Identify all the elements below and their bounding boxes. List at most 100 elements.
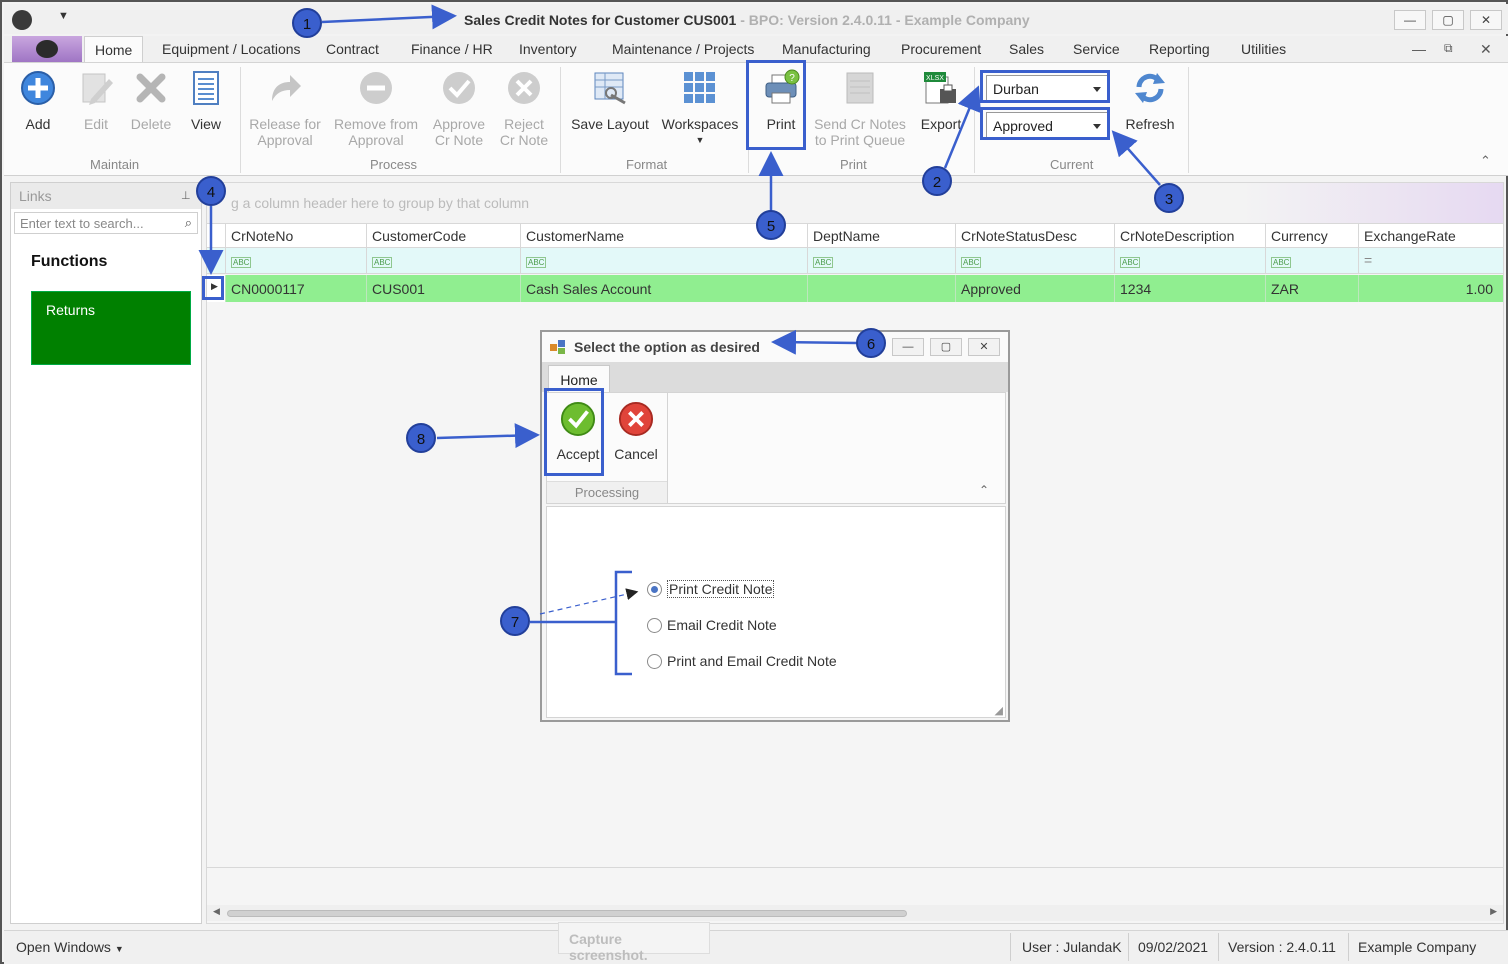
links-panel: Links ⊥ Enter text to search... ⌕ Functi… [10,182,202,924]
cancel-label: Cancel [614,446,658,462]
horizontal-scrollbar[interactable]: ◀ ▶ [207,905,1503,921]
grid-header-row: CrNoteNo CustomerCode CustomerName DeptN… [207,223,1503,248]
refresh-icon [1135,73,1165,103]
filter-text-icon: ABC [1120,257,1141,268]
cell-exchangerate[interactable]: 1.00 [1358,275,1503,302]
maximize-button[interactable]: ▢ [1432,10,1464,30]
radio-print-and-email-credit-note[interactable]: Print and Email Credit Note [647,653,837,669]
column-header-exchangerate[interactable]: ExchangeRate [1358,224,1503,247]
tab-contract[interactable]: Contract [326,41,379,57]
quick-access-dropdown-icon[interactable]: ▼ [58,10,69,22]
cell-currency[interactable]: ZAR [1265,275,1358,302]
callout-8: 8 [406,423,436,453]
tab-maintenance-projects[interactable]: Maintenance / Projects [612,41,754,57]
tab-utilities[interactable]: Utilities [1241,41,1286,57]
radio-print-credit-note[interactable]: Print Credit Note [647,580,775,598]
delete-button[interactable]: Delete [126,69,176,132]
open-windows-label: Open Windows [16,939,111,955]
resize-grip-icon[interactable]: ◢ [995,704,1003,717]
filter-cell[interactable]: ABC [1114,248,1265,273]
print-options-dialog: Select the option as desired — ▢ ✕ Home … [540,330,1010,722]
filter-cell[interactable]: ABC [955,248,1114,273]
dialog-close-button[interactable]: ✕ [968,338,1000,356]
dialog-maximize-button[interactable]: ▢ [930,338,962,356]
release-label-2: Approval [257,132,313,148]
filter-text-icon: ABC [526,257,547,268]
column-header-customercode[interactable]: CustomerCode [366,224,520,247]
collapse-ribbon-icon[interactable]: ⌃ [1480,153,1491,169]
export-button[interactable]: XLSX Export [916,69,966,132]
refresh-button[interactable]: Refresh [1120,69,1180,132]
view-button[interactable]: View [186,69,226,132]
column-header-crnoteno[interactable]: CrNoteNo [225,224,366,247]
cell-customername[interactable]: Cash Sales Account [520,275,807,302]
current-group-label: Current [1050,157,1094,172]
cell-crnoteno[interactable]: CN0000117 [225,275,366,302]
returns-tile[interactable]: Returns [31,291,191,365]
group-by-panel[interactable]: g a column header here to group by that … [207,183,1503,223]
file-menu-button[interactable] [12,36,82,62]
release-for-approval-button[interactable]: Release for Approval [248,69,322,148]
dialog-collapse-icon[interactable]: ⌃ [979,483,989,497]
filter-cell[interactable]: ABC [807,248,955,273]
reject-cr-note-button[interactable]: Reject Cr Note [498,69,550,148]
save-layout-label: Save Layout [571,116,649,132]
close-button[interactable]: ✕ [1470,10,1502,30]
table-row[interactable]: ▶ CN0000117 CUS001 Cash Sales Account Ap… [207,275,1503,302]
ribbon-close-icon[interactable]: ✕ [1480,41,1492,58]
open-windows-button[interactable]: Open Windows ▼ [16,939,124,955]
filter-cell[interactable]: ABC [520,248,807,273]
processing-group-label: Processing [547,481,667,503]
cancel-button[interactable]: Cancel [611,401,661,462]
tab-sales[interactable]: Sales [1009,41,1044,57]
callout-6: 6 [856,328,886,358]
tab-home[interactable]: Home [84,36,144,63]
pin-icon[interactable]: ⊥ [181,189,191,202]
tab-procurement[interactable]: Procurement [901,41,981,57]
cell-customercode[interactable]: CUS001 [366,275,520,302]
approve-cr-note-button[interactable]: Approve Cr Note [430,69,488,148]
app-logo-icon[interactable] [12,10,32,30]
ribbon-restore-icon[interactable]: ⧉ [1444,41,1453,56]
column-header-deptname[interactable]: DeptName [807,224,955,247]
workspaces-button[interactable]: Workspaces ▼ [660,69,740,148]
filter-cell[interactable]: ABC [366,248,520,273]
minimize-button[interactable]: — [1394,10,1426,30]
tab-finance-hr[interactable]: Finance / HR [411,41,493,57]
dialog-minimize-button[interactable]: — [892,338,924,356]
filter-cell[interactable]: ABC [1265,248,1358,273]
add-button[interactable]: Add [16,69,60,132]
send-to-print-queue-button[interactable]: Send Cr Notes to Print Queue [812,69,908,148]
tab-reporting[interactable]: Reporting [1149,41,1210,57]
status-date: 09/02/2021 [1138,939,1209,955]
cell-crnotestatusdesc[interactable]: Approved [955,275,1114,302]
tab-service[interactable]: Service [1073,41,1120,57]
ribbon-minimize-icon[interactable]: — [1412,41,1426,57]
scroll-left-icon[interactable]: ◀ [213,906,220,917]
scroll-right-icon[interactable]: ▶ [1490,906,1497,917]
scrollbar-thumb[interactable] [227,910,907,917]
refresh-label: Refresh [1125,116,1175,132]
send-label-2: to Print Queue [814,132,906,148]
radio-email-credit-note[interactable]: Email Credit Note [647,617,777,633]
tab-equipment-locations[interactable]: Equipment / Locations [162,41,301,57]
edit-button[interactable]: Edit [74,69,118,132]
filter-cell[interactable]: = [1358,248,1503,273]
cancel-x-icon [618,401,654,437]
column-header-crnotestatusdesc[interactable]: CrNoteStatusDesc [955,224,1114,247]
status-divider [1348,933,1349,961]
filter-text-icon: ABC [231,257,252,268]
tab-manufacturing[interactable]: Manufacturing [782,41,871,57]
cell-crnotedescription[interactable]: 1234 [1114,275,1265,302]
remove-from-approval-button[interactable]: Remove from Approval [334,69,418,148]
capture-screenshot-button[interactable]: Capture screenshot. [558,922,710,963]
links-search-input[interactable]: Enter text to search... ⌕ [14,212,198,234]
filter-cell[interactable]: ABC [225,248,366,273]
cell-deptname[interactable] [807,275,955,302]
export-label: Export [920,116,962,132]
column-header-currency[interactable]: Currency [1265,224,1358,247]
tab-inventory[interactable]: Inventory [519,41,577,57]
save-layout-button[interactable]: Save Layout [568,69,652,132]
approve-label-2: Cr Note [434,132,484,148]
column-header-crnotedescription[interactable]: CrNoteDescription [1114,224,1265,247]
